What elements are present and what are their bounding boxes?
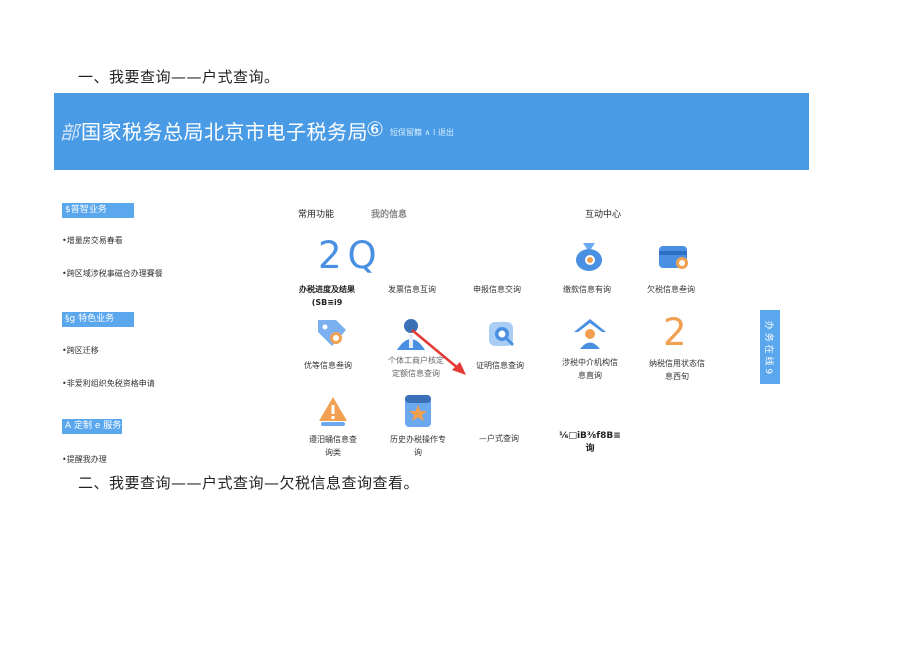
tile-certificate-label[interactable]: 证明信息查询 [459,359,541,372]
tile-onestop-label[interactable]: —户式查询 [458,432,540,445]
sidebar-tag-special[interactable]: §g 特色业务 [62,312,134,327]
tile-garbled-label[interactable]: ⅙□iB⅜f8B≡ 询 [549,430,631,456]
tile-individual-label[interactable]: 个体工商户核定 定额信息查询 [381,354,451,380]
tile-arrears-label[interactable]: 欠税信息叁询 [630,283,712,296]
sidebar-item[interactable]: •非爱利组织免税资格申请 [62,378,155,389]
tile-credit-label[interactable]: 纳税信用状态信 息西旬 [636,357,718,383]
credit-glyph: 2 [663,311,687,354]
tile-declare-label[interactable]: 申报信息交询 [456,283,538,296]
sidebar-item[interactable]: •跨区域涉税事磁合办理賽餐 [62,268,163,279]
tile-agency-label[interactable]: 涉税中介机构信 息直询 [549,356,631,382]
badge-number: ⑥ [366,117,384,141]
progress-glyph: 2Q [318,234,383,277]
tile-preference-label[interactable]: 优等信息叁询 [287,359,369,372]
warning-icon[interactable] [315,393,351,429]
logout-link[interactable]: 短保留籍 ∧ I 退出 [390,127,454,138]
star-doc-icon[interactable] [401,393,437,429]
site-banner: 部 国家税务总局北京市电子税务局 ⑥ 短保留籍 ∧ I 退出 [54,93,809,170]
tag-search-icon[interactable] [314,316,350,352]
money-bag-icon[interactable] [571,237,607,273]
tile-history-label[interactable]: 历史办税操作专 询 [377,433,459,459]
tab-common[interactable]: 常用功能 [298,207,334,220]
online-service-tab[interactable]: 办 务 在 线 9 [760,310,780,384]
sidebar-tag-common[interactable]: $普智业务 [62,203,134,218]
tab-mine[interactable]: 我的信息 [371,207,407,220]
tile-payment-label[interactable]: 缴款信息有询 [546,283,628,296]
section-heading-one: 一、我要查询——户式查询。 [78,68,280,86]
sidebar-item[interactable]: •增量房交易春看 [62,235,123,246]
sidebar-item[interactable]: •提醒我办理 [62,454,107,465]
tile-invoice-label[interactable]: 发票信息互询 [371,283,453,296]
tab-interact[interactable]: 互动中心 [585,207,621,220]
tile-progress-label[interactable]: 办税进度及结果 (SB≡i9 [286,283,368,309]
agency-icon[interactable] [572,316,608,352]
card-search-icon[interactable] [657,239,693,275]
sidebar-item[interactable]: •跨区迁移 [62,345,99,356]
logo-mark: 部 [60,122,80,144]
section-heading-two: 二、我要查询——户式查询—欠税信息查询查看。 [78,474,420,492]
tile-violation-label[interactable]: 遵汨蛹信息查 询类 [292,433,374,459]
person-icon[interactable] [393,316,429,352]
search-icon[interactable] [485,318,521,354]
site-title: 国家税务总局北京市电子税务局 [81,120,368,144]
sidebar-tag-custom[interactable]: A 定制 e 服务 [62,419,122,434]
